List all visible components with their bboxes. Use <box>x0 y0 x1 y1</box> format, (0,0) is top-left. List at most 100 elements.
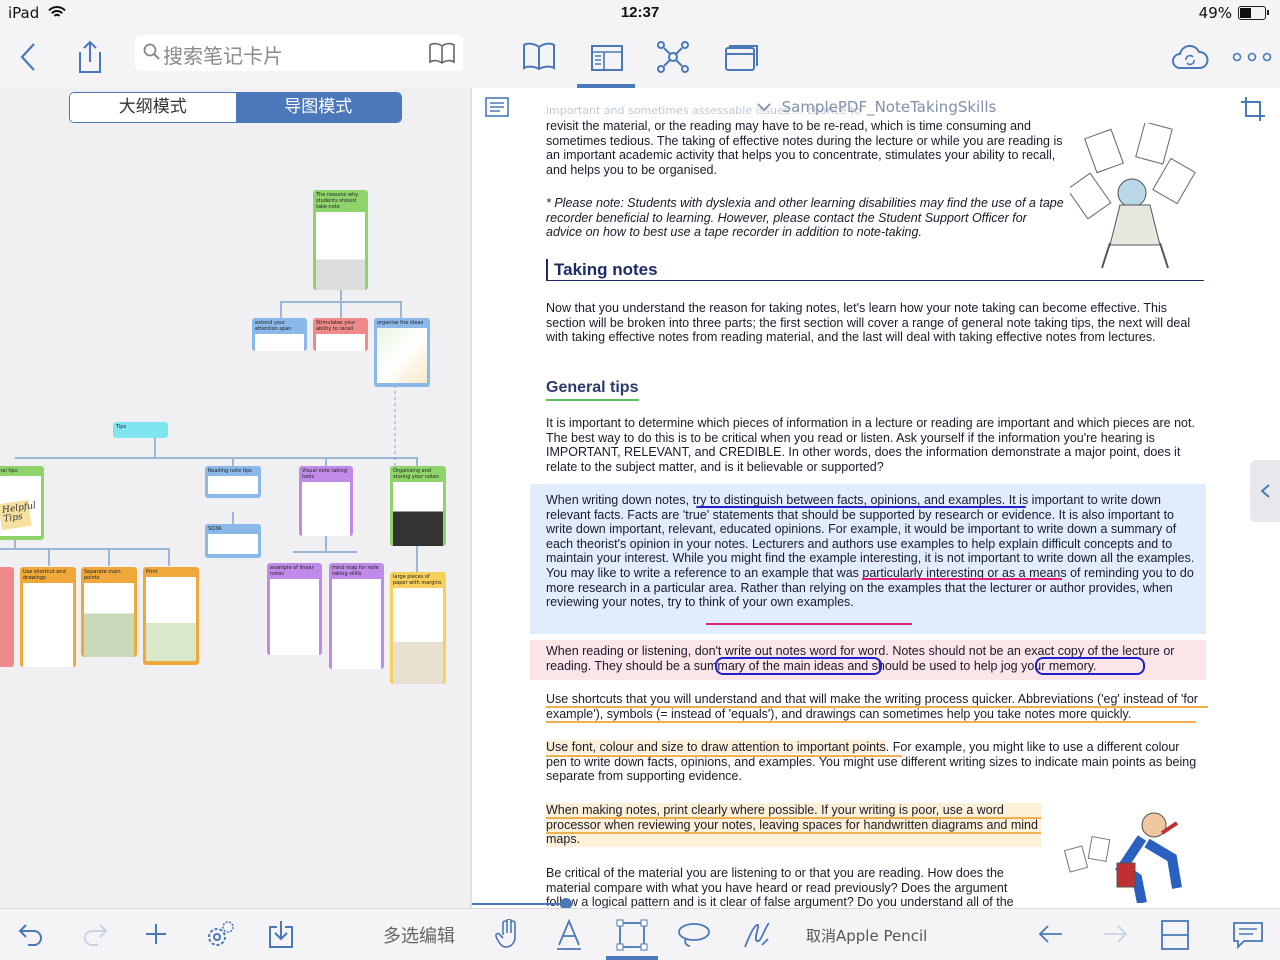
card-title: Stimulates your ability to recall <box>316 320 356 332</box>
card-title: Use shortcut and drawings <box>23 569 66 581</box>
card-body <box>393 482 443 546</box>
card-body <box>23 583 73 667</box>
book-view-icon[interactable] <box>522 42 556 72</box>
paragraph-2: It is important to determine which piece… <box>546 416 1195 474</box>
app-window: { "status": { "device": "iPad", "time": … <box>0 0 1280 960</box>
card-title: Tips <box>116 424 127 430</box>
mindmap-card[interactable]: organise the ideas <box>374 318 430 387</box>
search-bar[interactable]: 搜索笔记卡片 <box>135 35 463 71</box>
connector-line <box>0 548 170 550</box>
page-layout-icon[interactable] <box>1160 919 1190 951</box>
settings-gear-icon[interactable] <box>203 919 235 951</box>
card-title: extend your attention span <box>255 320 292 332</box>
highlight-underline-orange <box>546 721 1196 723</box>
top-toolbar: 搜索笔记卡片 <box>0 26 1280 88</box>
split-view-icon[interactable] <box>590 44 624 72</box>
card-body <box>377 328 427 383</box>
pen-scribble-icon[interactable] <box>742 919 772 951</box>
battery-fill <box>1240 8 1251 18</box>
crop-icon[interactable] <box>1240 96 1266 122</box>
pdf-document[interactable]: important and sometimes assessable issue… <box>472 88 1280 908</box>
card-body <box>270 579 319 655</box>
card-title: Organising and storing your notes <box>393 468 439 480</box>
mindmap-card[interactable]: Visual note taking tools <box>299 466 353 536</box>
card-title: mind map for note taking skills <box>332 565 379 577</box>
cancel-apple-pencil-button[interactable]: 取消Apple Pencil <box>806 925 927 946</box>
connector-line <box>15 457 418 459</box>
reading-progress[interactable] <box>472 898 572 908</box>
connector-line <box>168 548 170 566</box>
mindmap-card[interactable]: Separate main points <box>81 567 137 657</box>
multi-edit-button[interactable]: 多选编辑 <box>383 922 455 948</box>
window-view-icon[interactable] <box>724 44 758 72</box>
cloud-sync-icon[interactable] <box>1170 42 1210 72</box>
mindmap-card[interactable]: mind map for note taking skills <box>329 563 384 669</box>
hand-tool-icon[interactable] <box>494 919 522 951</box>
import-download-icon[interactable] <box>268 919 294 949</box>
pen-underline-magenta <box>706 623 912 625</box>
comment-icon[interactable] <box>1232 921 1264 949</box>
battery-percent: 49% <box>1198 4 1232 22</box>
paragraph-6: Use font, colour and size to draw attent… <box>546 740 1201 784</box>
mindmap-card[interactable]: SQ3R <box>205 524 261 558</box>
card-body <box>208 476 258 494</box>
mindmap-card-tips[interactable]: Tips <box>113 422 168 438</box>
paragraph-note: * Please note: Students with dyslexia an… <box>546 196 1064 240</box>
mindmap-card[interactable]: large pieces of paper with margins <box>390 572 446 684</box>
undo-icon[interactable] <box>18 921 44 947</box>
mindmap-card[interactable]: Print <box>143 567 199 665</box>
mode-switch: 大纲模式 导图模式 <box>69 92 402 123</box>
arrow-left-icon[interactable] <box>1038 923 1064 945</box>
pen-underline-blue <box>696 506 1026 508</box>
mindmap-mode-tab[interactable]: 导图模式 <box>235 93 401 122</box>
more-icon[interactable] <box>1232 52 1272 62</box>
card-body <box>208 534 258 554</box>
connector-line <box>325 536 327 552</box>
heading-taking-notes: Taking notes <box>554 260 658 279</box>
outline-mode-tab[interactable]: 大纲模式 <box>70 93 236 122</box>
lasso-icon[interactable] <box>676 921 712 949</box>
text-tool-icon[interactable] <box>556 919 582 951</box>
side-panel-tab[interactable] <box>1250 460 1280 522</box>
connector-line <box>108 548 110 566</box>
paragraph-8: Be critical of the material you are list… <box>546 866 1014 908</box>
paragraph-7: When making notes, print clearly where p… <box>546 803 1041 847</box>
chevron-left-icon <box>1260 484 1270 498</box>
card-body <box>393 588 443 684</box>
rectangle-select-icon[interactable] <box>616 919 648 951</box>
card-title: The reasons why students should take not… <box>316 192 359 210</box>
arrow-right-icon[interactable] <box>1102 923 1128 945</box>
card-title: Visual note taking tools <box>302 468 348 480</box>
card-body <box>332 579 381 669</box>
share-icon[interactable] <box>76 40 104 74</box>
search-icon <box>143 43 160 60</box>
mindmap-card[interactable]: The reasons why students should take not… <box>313 190 368 290</box>
card-title: Print <box>146 569 158 575</box>
redo-icon[interactable] <box>82 921 108 947</box>
connector-line <box>340 288 342 302</box>
connector-line <box>400 301 402 319</box>
document-title[interactable]: SamplePDF_NoteTakingSkills <box>472 98 1280 116</box>
add-icon[interactable] <box>144 922 168 946</box>
mindmap-card[interactable]: Organising and storing your notes <box>390 466 446 546</box>
mindmap-view-icon[interactable] <box>656 40 690 74</box>
connector-line <box>340 301 342 319</box>
mindmap-card[interactable]: Stimulates your ability to recall <box>313 318 368 351</box>
paragraph-6-highlight: Use font, colour and size to draw attent… <box>546 740 886 754</box>
mindmap-card[interactable]: extend your attention span <box>252 318 307 351</box>
mindmap-card[interactable]: Reading note tips <box>205 466 261 498</box>
mindmap-card[interactable]: Use shortcut and drawings <box>20 567 76 667</box>
card-title: Reading note tips <box>208 468 252 474</box>
mindmap-card[interactable] <box>0 567 14 667</box>
card-body <box>316 334 365 351</box>
card-body <box>316 212 365 290</box>
mindmap-card[interactable]: example of linear notes <box>267 563 322 655</box>
document-title-text: SamplePDF_NoteTakingSkills <box>781 98 997 116</box>
mindmap-panel[interactable]: 大纲模式 导图模式 The reasons why students shoul… <box>0 88 470 960</box>
chevron-down-icon <box>756 103 771 112</box>
progress-handle[interactable] <box>560 898 572 908</box>
book-icon[interactable] <box>429 42 455 64</box>
back-icon[interactable] <box>18 42 38 72</box>
papers-figure-image <box>1070 123 1196 269</box>
highlight-underline-orange <box>546 817 1041 819</box>
